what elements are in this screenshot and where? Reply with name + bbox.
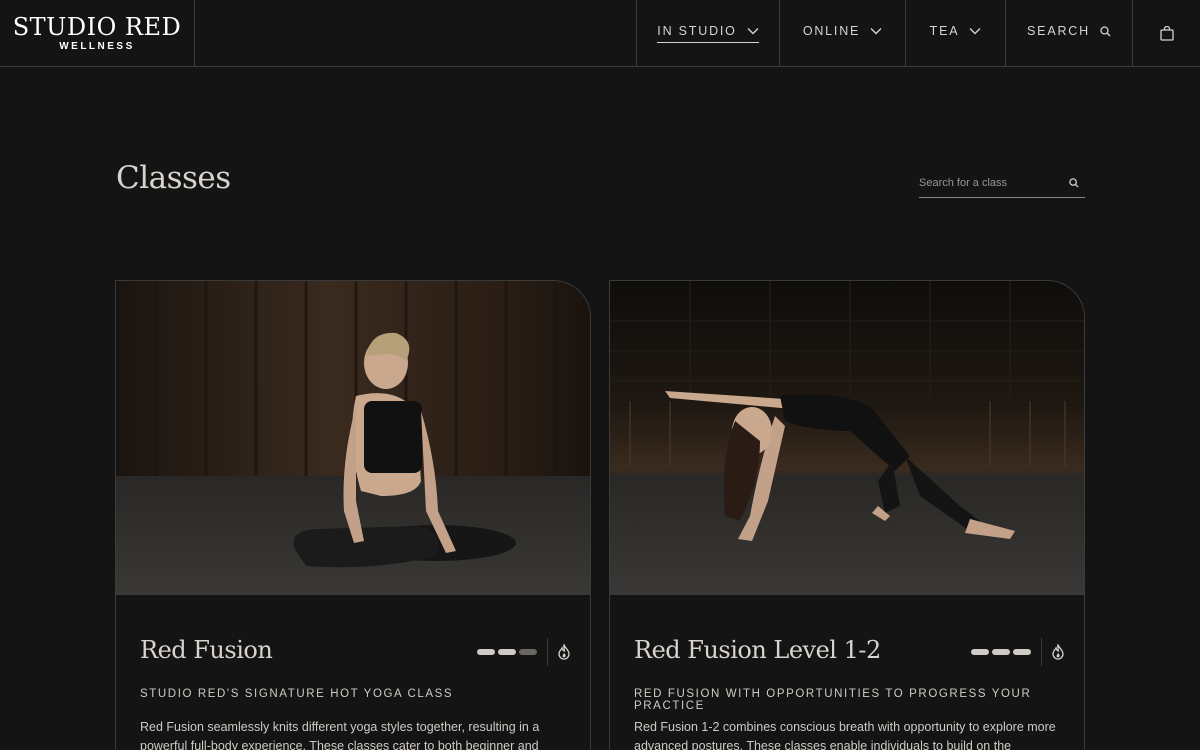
meta-divider — [1041, 638, 1042, 666]
chevron-down-icon — [969, 28, 981, 35]
class-card-red-fusion[interactable]: Red Fusion STUDIO RED'S SIGNATURE HOT YO… — [115, 280, 591, 750]
search-icon — [1100, 25, 1111, 36]
level-bar — [498, 649, 516, 655]
class-title[interactable]: Red Fusion Level 1-2 — [634, 636, 881, 664]
level-bar — [992, 649, 1010, 655]
nav-search-label: SEARCH — [1027, 24, 1090, 38]
brand-tagline: WELLNESS — [59, 41, 135, 52]
class-description: Red Fusion seamlessly knits different yo… — [140, 720, 540, 750]
nav-online-label: ONLINE — [802, 24, 861, 38]
shopping-bag-icon — [1159, 26, 1174, 41]
nav-tea-label: TEA — [929, 24, 960, 38]
class-photo[interactable] — [610, 281, 1084, 595]
level-bar — [1013, 649, 1031, 655]
page-title: Classes — [116, 160, 231, 196]
cart-button[interactable] — [1132, 0, 1200, 67]
level-bar — [519, 649, 537, 655]
site-header: STUDIO RED WELLNESS IN STUDIO ONLINE TEA… — [0, 0, 1200, 67]
nav-in-studio-label: IN STUDIO — [657, 24, 737, 38]
nav-online[interactable]: ONLINE — [779, 0, 905, 67]
class-subtitle: RED FUSION WITH OPPORTUNITIES TO PROGRES… — [634, 688, 1032, 712]
nav-in-studio[interactable]: IN STUDIO — [636, 0, 779, 67]
class-title[interactable]: Red Fusion — [140, 636, 273, 664]
class-card-red-fusion-level-1-2[interactable]: Red Fusion Level 1-2 RED FUSION WITH OPP… — [609, 280, 1085, 750]
class-subtitle: STUDIO RED'S SIGNATURE HOT YOGA CLASS — [140, 688, 454, 700]
difficulty-indicator — [477, 649, 537, 655]
class-photo[interactable] — [116, 281, 590, 595]
level-bar — [477, 649, 495, 655]
nav-tea[interactable]: TEA — [905, 0, 1005, 67]
class-search — [919, 168, 1085, 198]
class-meta — [477, 638, 570, 666]
difficulty-indicator — [971, 649, 1031, 655]
standing-pose-photo — [610, 281, 1084, 594]
flame-icon — [558, 644, 570, 660]
nav-search[interactable]: SEARCH — [1005, 0, 1132, 67]
header-spacer — [195, 0, 636, 66]
class-meta — [971, 638, 1064, 666]
brand-name: STUDIO RED — [12, 13, 182, 41]
class-search-input[interactable] — [919, 176, 1059, 189]
seated-yoga-photo — [116, 281, 590, 594]
class-description: Red Fusion 1-2 combines conscious breath… — [634, 720, 1056, 750]
brand-logo[interactable]: STUDIO RED WELLNESS — [0, 0, 195, 67]
chevron-down-icon — [870, 28, 882, 35]
flame-icon — [1052, 644, 1064, 660]
meta-divider — [547, 638, 548, 666]
level-bar — [971, 649, 989, 655]
chevron-down-icon — [747, 28, 759, 35]
search-icon[interactable] — [1069, 177, 1079, 188]
